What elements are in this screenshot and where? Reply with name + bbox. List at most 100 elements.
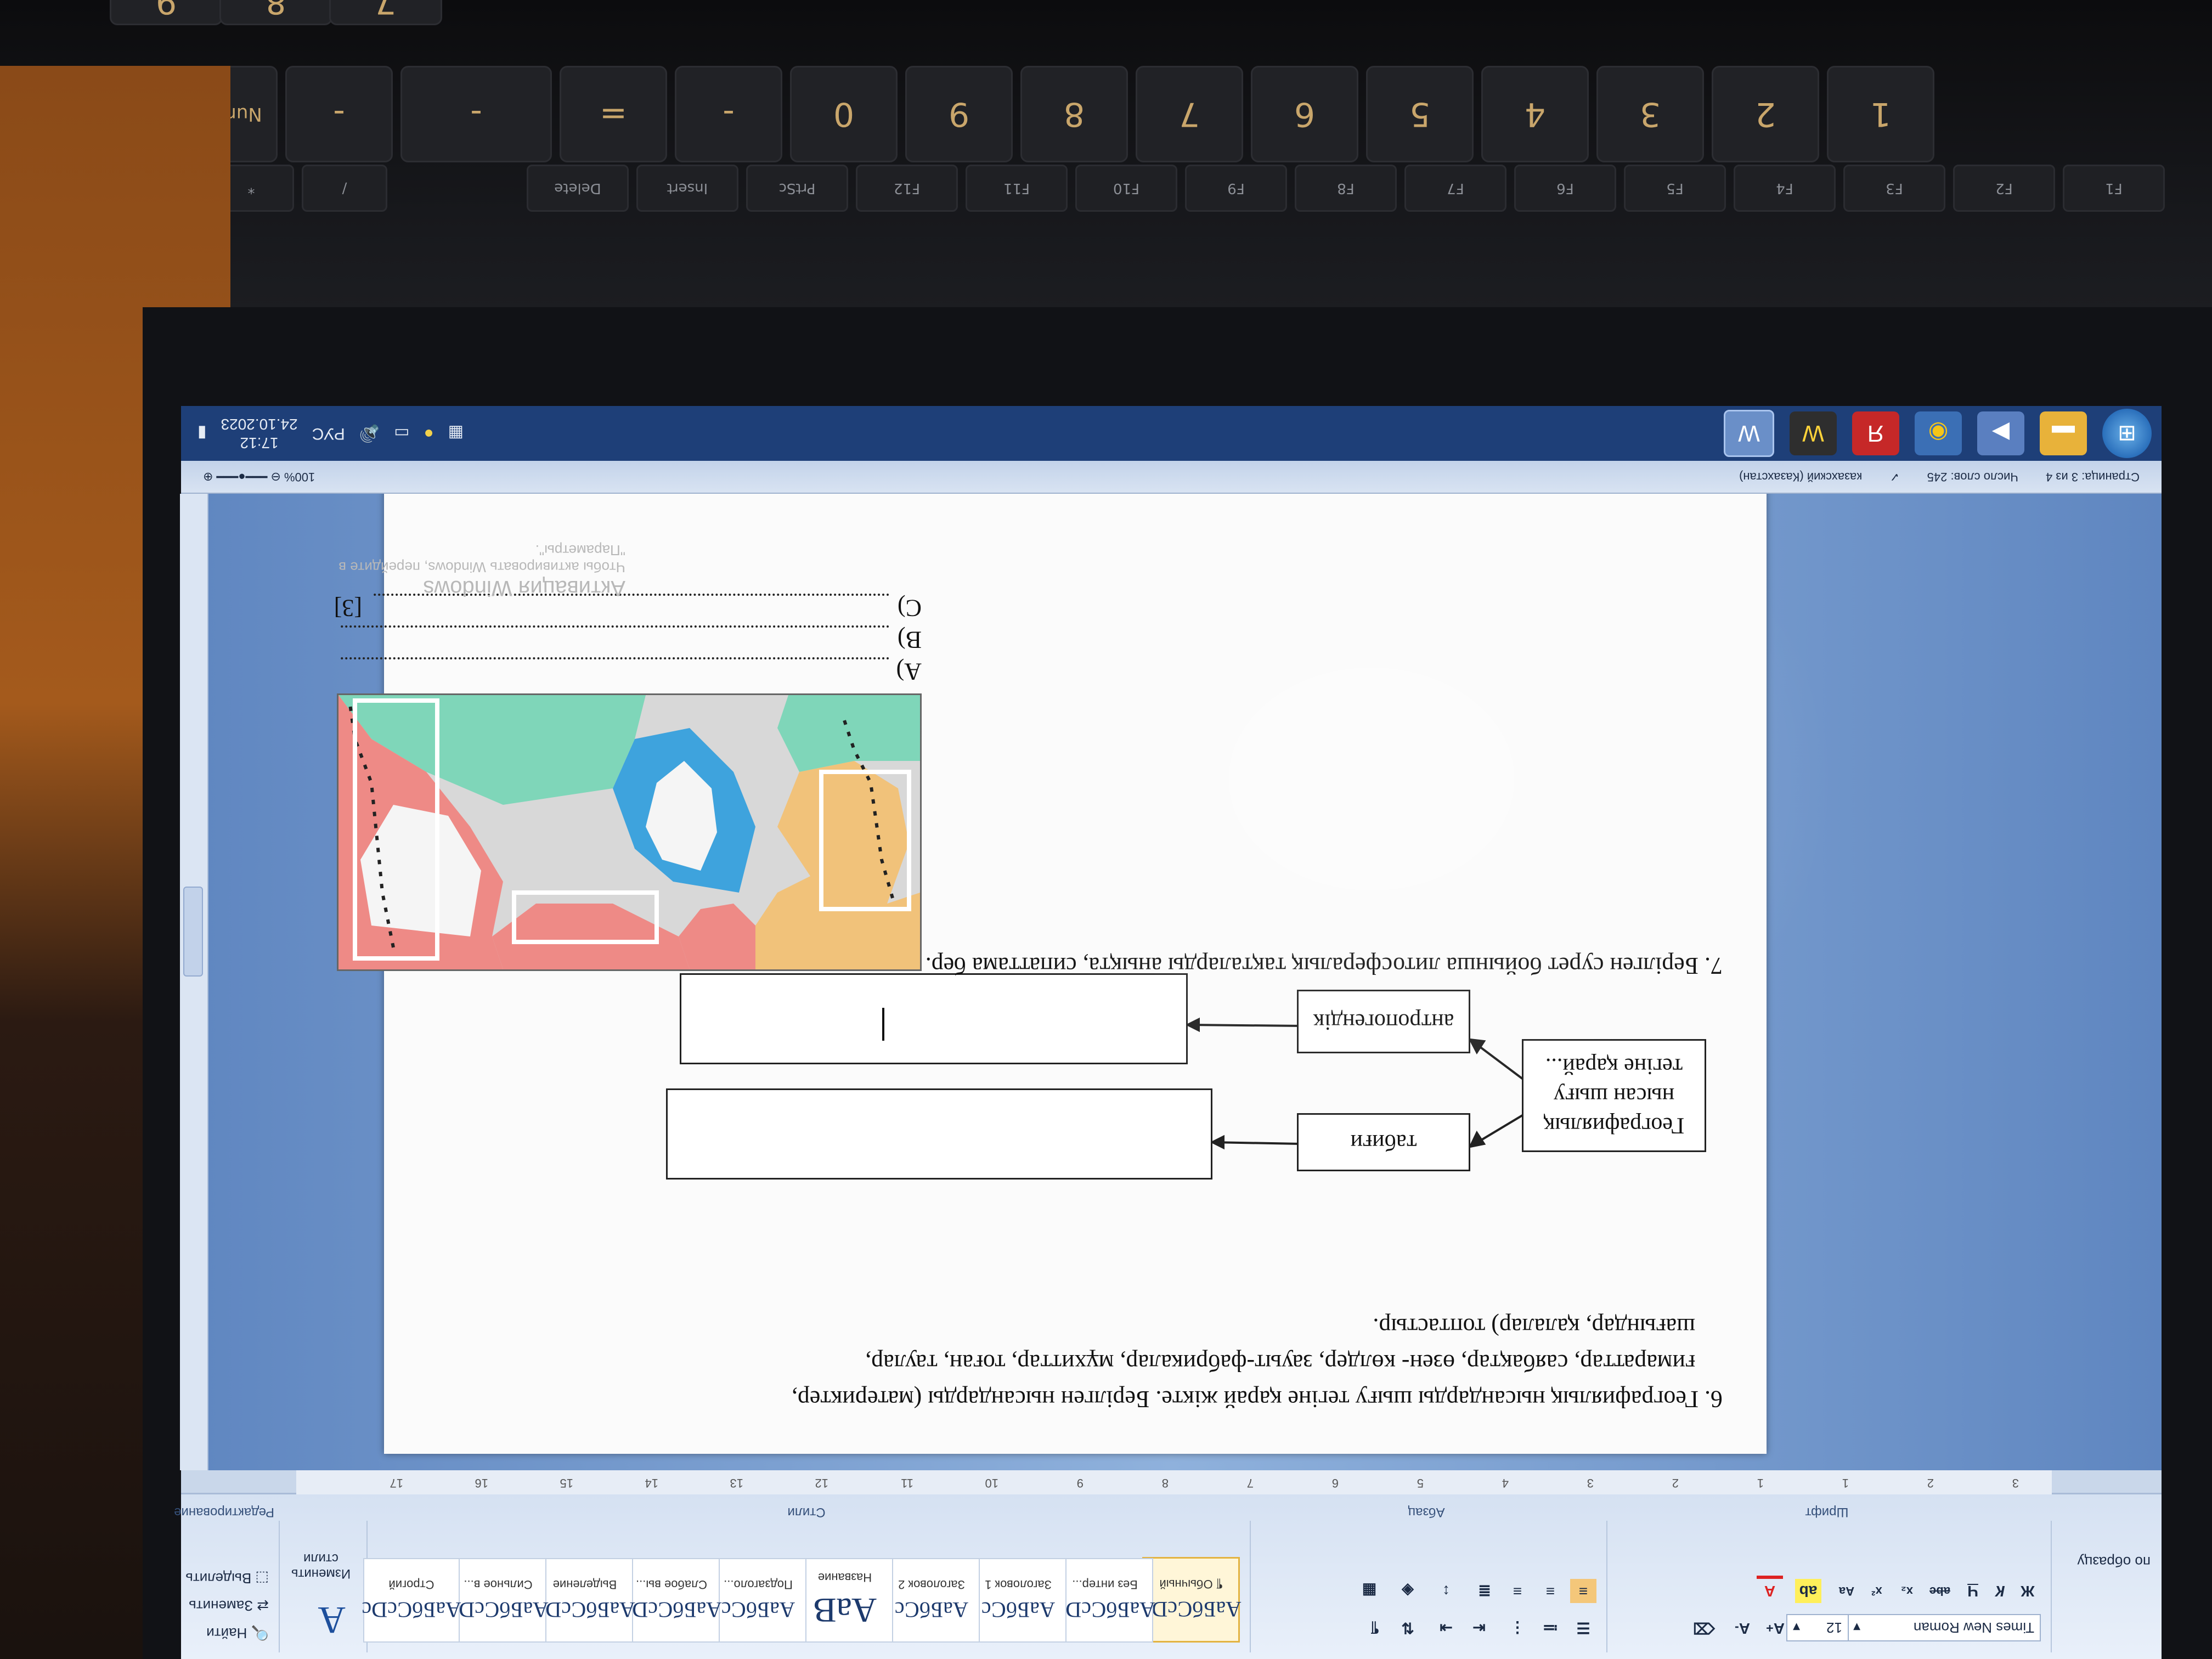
bold-icon[interactable]: Ж [2015,1579,2041,1603]
explorer-taskbar-button[interactable]: ▬ [2040,411,2087,455]
style-name: Подзаголо... [724,1578,793,1592]
paragraph-group: ☰ ≔ ⋮ ⇤ ⇥ ⇅ ¶ ≡ ≡ ≡ ≣ ↕ ◈ ▦ Абзац [1250,1505,1602,1652]
volume-icon[interactable]: 🔊 [359,424,380,443]
security-icon[interactable]: ● [424,424,433,443]
spellcheck-icon[interactable]: ✓ [1889,470,1899,484]
key-label: F2 [1995,180,2013,196]
align-right-icon[interactable]: ≡ [1504,1579,1531,1603]
style-sample: АаБбСс [981,1598,1056,1623]
replace-button[interactable]: ⇄ Заменить [189,1597,269,1614]
vertical-scrollbar[interactable] [180,494,208,1470]
key-label: 1 [1870,95,1892,133]
style-tile[interactable]: АаБбСсDd ¶ Обычный [1141,1557,1242,1643]
key-label: PrtSc [778,180,816,196]
highlight-icon[interactable]: ab [1795,1579,1821,1603]
network-icon[interactable]: ▦ [448,424,464,443]
key-minus: - [285,66,393,162]
media-icon: ▶ [1991,420,2010,447]
shading-icon[interactable]: ◈ [1395,1579,1421,1603]
ruler-tick: 7 [1246,1476,1254,1490]
decrease-indent-icon[interactable]: ⇤ [1466,1616,1492,1640]
shrink-font-icon[interactable]: A- [1729,1616,1756,1640]
status-word-count[interactable]: Число слов: 245 [1927,470,2018,484]
start-button[interactable]: ⊞ [2102,409,2152,458]
style-tile[interactable]: АаБбСсDc Строгий [362,1558,461,1643]
language-indicator[interactable]: РУС [312,424,345,443]
yandex-taskbar-button[interactable]: Я [1852,411,1899,455]
justify-icon[interactable]: ≣ [1471,1579,1498,1603]
battery-icon[interactable]: ▭ [394,424,409,443]
font-name-select[interactable]: Times New Roman ▾ [1847,1614,2041,1641]
style-tile[interactable]: АаВ Название [797,1558,893,1643]
style-tile[interactable]: АаБбСсDd Без интер... [1054,1558,1155,1643]
style-tile[interactable]: АаБбСсDd Сильное в... [448,1558,549,1643]
answer-a-line[interactable] [340,657,889,659]
style-name: Заголовок 1 [985,1578,1052,1592]
horizontal-ruler[interactable]: 3 2 1 1 2 3 4 5 6 7 8 9 10 11 12 13 14 15 16 17 [296,1469,2052,1494]
watermark-line-3: "Параметры". [535,542,625,558]
sort-icon[interactable]: ⇅ [1395,1616,1421,1640]
key-6: 6 [1251,66,1358,162]
subscript-icon[interactable]: x₂ [1894,1579,1920,1603]
anthropogenic-answer-box[interactable] [680,973,1188,1064]
font-size-select[interactable]: 12 ▾ [1786,1614,1849,1641]
find-button[interactable]: 🔍 Найти [206,1624,269,1641]
style-sample: АаБбСсDc [362,1598,461,1623]
borders-icon[interactable]: ▦ [1356,1579,1383,1603]
ruler-tick: 2 [1927,1476,1934,1490]
word-taskbar-button[interactable]: W [1724,410,1774,457]
media-taskbar-button[interactable]: ▶ [1977,411,2024,455]
change-case-icon[interactable]: Aa [1833,1579,1860,1603]
change-styles-label[interactable]: Изменить стили [285,1550,357,1581]
answer-c-label: C) [898,595,922,622]
superscript-icon[interactable]: x² [1864,1579,1890,1603]
bullets-icon[interactable]: ☰ [1570,1616,1596,1640]
clock[interactable]: 17:12 24.10.2023 [221,415,298,452]
align-center-icon[interactable]: ≡ [1537,1579,1564,1603]
key-f1: F1 [2063,165,2165,212]
clear-format-icon[interactable]: ⌫ [1691,1616,1717,1640]
style-name: Заголовок 2 [898,1578,965,1592]
scrollbar-thumb[interactable] [183,887,203,977]
format-painter-label[interactable]: по образцу [2077,1553,2151,1570]
font-color-icon[interactable]: A [1757,1576,1783,1603]
natural-answer-box[interactable] [666,1088,1212,1180]
document-page[interactable]: 6. Географиялық нысандарды шығу тегіне қ… [334,466,1767,1454]
key-label: * [247,180,255,196]
notification-icon[interactable]: ▮ [198,424,207,443]
style-tile[interactable]: АаБбСс Заголовок 2 [883,1558,980,1643]
style-tile[interactable]: АаБбСс Подзаголо... [710,1558,806,1643]
styles-group-caption: Стили [787,1505,826,1520]
key-label: 7 [375,0,397,21]
app-taskbar-button[interactable]: W [1790,411,1837,455]
style-tile[interactable]: АаБбСсDd Слабое вы... [621,1558,722,1643]
style-tile[interactable]: АаБбСсDd Выделение [534,1558,635,1643]
multilevel-list-icon[interactable]: ⋮ [1504,1616,1531,1640]
style-tile[interactable]: АаБбСс Заголовок 1 [970,1558,1066,1643]
increase-indent-icon[interactable]: ⇥ [1433,1616,1459,1640]
style-name: Строгий [388,1578,435,1592]
change-styles-icon[interactable]: A [318,1598,346,1641]
select-button[interactable]: ⬚ Выделить [185,1570,269,1587]
align-left-icon[interactable]: ≡ [1570,1579,1596,1603]
ruler-tick: 16 [475,1476,488,1490]
answer-b-line[interactable] [340,625,889,628]
grow-font-icon[interactable]: A + [1762,1616,1788,1640]
pilcrow-icon[interactable]: ¶ [1362,1616,1388,1640]
underline-icon[interactable]: Ч [1960,1579,1986,1603]
status-language[interactable]: казахский (Казахстан) [1739,470,1862,484]
key-8: 8 [1020,66,1128,162]
key-label: F9 [1227,180,1245,196]
strikethrough-icon[interactable]: abc [1927,1579,1953,1603]
italic-icon[interactable]: К [1987,1579,2013,1603]
numbering-icon[interactable]: ≔ [1537,1616,1564,1640]
zoom-control[interactable]: 100% ⊖ ━━━●━━━ ⊕ [203,470,315,484]
zoom-slider-icon[interactable]: ⊖ ━━━●━━━ ⊕ [203,470,281,484]
line-spacing-icon[interactable]: ↕ [1433,1579,1459,1603]
ruler-tick: 5 [1417,1476,1424,1490]
chrome-taskbar-button[interactable]: ◉ [1915,411,1962,455]
system-tray: ▦ ● ▭ 🔊 РУС 17:12 24.10.2023 ▮ [198,415,464,452]
paragraph-group-caption: Абзац [1408,1505,1445,1520]
key-label: 5 [1409,95,1431,133]
status-page-count[interactable]: Страница: 3 из 4 [2046,470,2140,484]
